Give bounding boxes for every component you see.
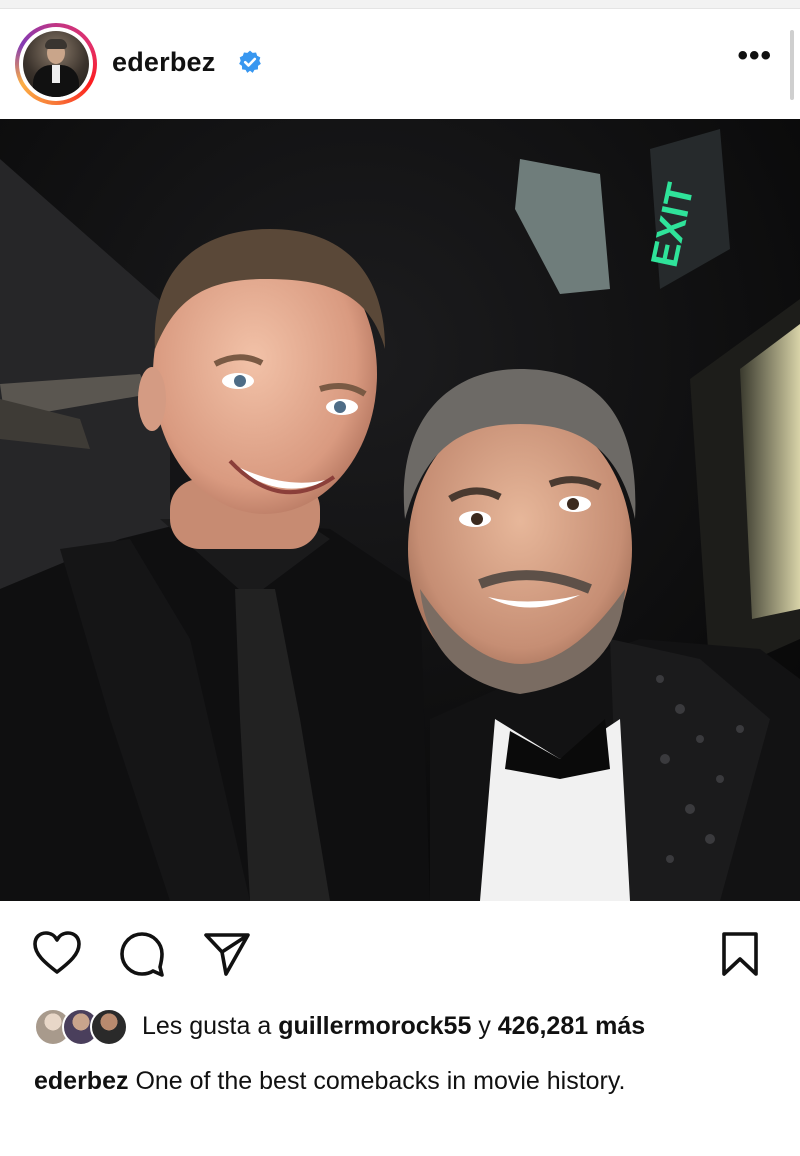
likes-connector: y — [478, 1012, 491, 1040]
photo-illustration: EXIT — [0, 119, 800, 901]
caption-username[interactable]: ederbez — [34, 1067, 128, 1095]
post-photo[interactable]: EXIT — [0, 119, 800, 901]
avatar-shirt — [52, 65, 60, 83]
liked-by-user[interactable]: guillermorock55 — [278, 1012, 471, 1040]
heart-icon[interactable] — [32, 930, 82, 976]
liker-avatar-3[interactable] — [90, 1008, 128, 1046]
bookmark-icon[interactable] — [720, 930, 760, 978]
post-username[interactable]: ederbez — [112, 47, 215, 78]
likes-row: Les gusta a guillermorock55 y 426,281 má… — [0, 1004, 800, 1050]
avatar-image — [23, 31, 89, 97]
verified-badge-icon — [239, 50, 261, 73]
likes-prefix: Les gusta a — [142, 1012, 272, 1040]
top-edge — [0, 0, 800, 9]
likes-suffix[interactable]: más — [595, 1012, 645, 1040]
likes-count[interactable]: 426,281 — [498, 1012, 588, 1040]
likes-text: Les gusta a guillermorock55 y 426,281 má… — [142, 1012, 645, 1041]
caption-text: One of the best comebacks in movie histo… — [135, 1067, 626, 1095]
post-actions — [0, 920, 800, 990]
post-header: ederbez ••• — [0, 9, 800, 119]
more-options-icon[interactable]: ••• — [737, 41, 772, 71]
avatar-hair — [45, 39, 67, 49]
comment-icon[interactable] — [118, 930, 166, 978]
profile-avatar[interactable] — [15, 23, 97, 105]
avatar-ring-gap — [19, 27, 93, 101]
send-icon[interactable] — [202, 930, 252, 978]
post-caption: ederbez One of the best comebacks in mov… — [34, 1065, 774, 1098]
